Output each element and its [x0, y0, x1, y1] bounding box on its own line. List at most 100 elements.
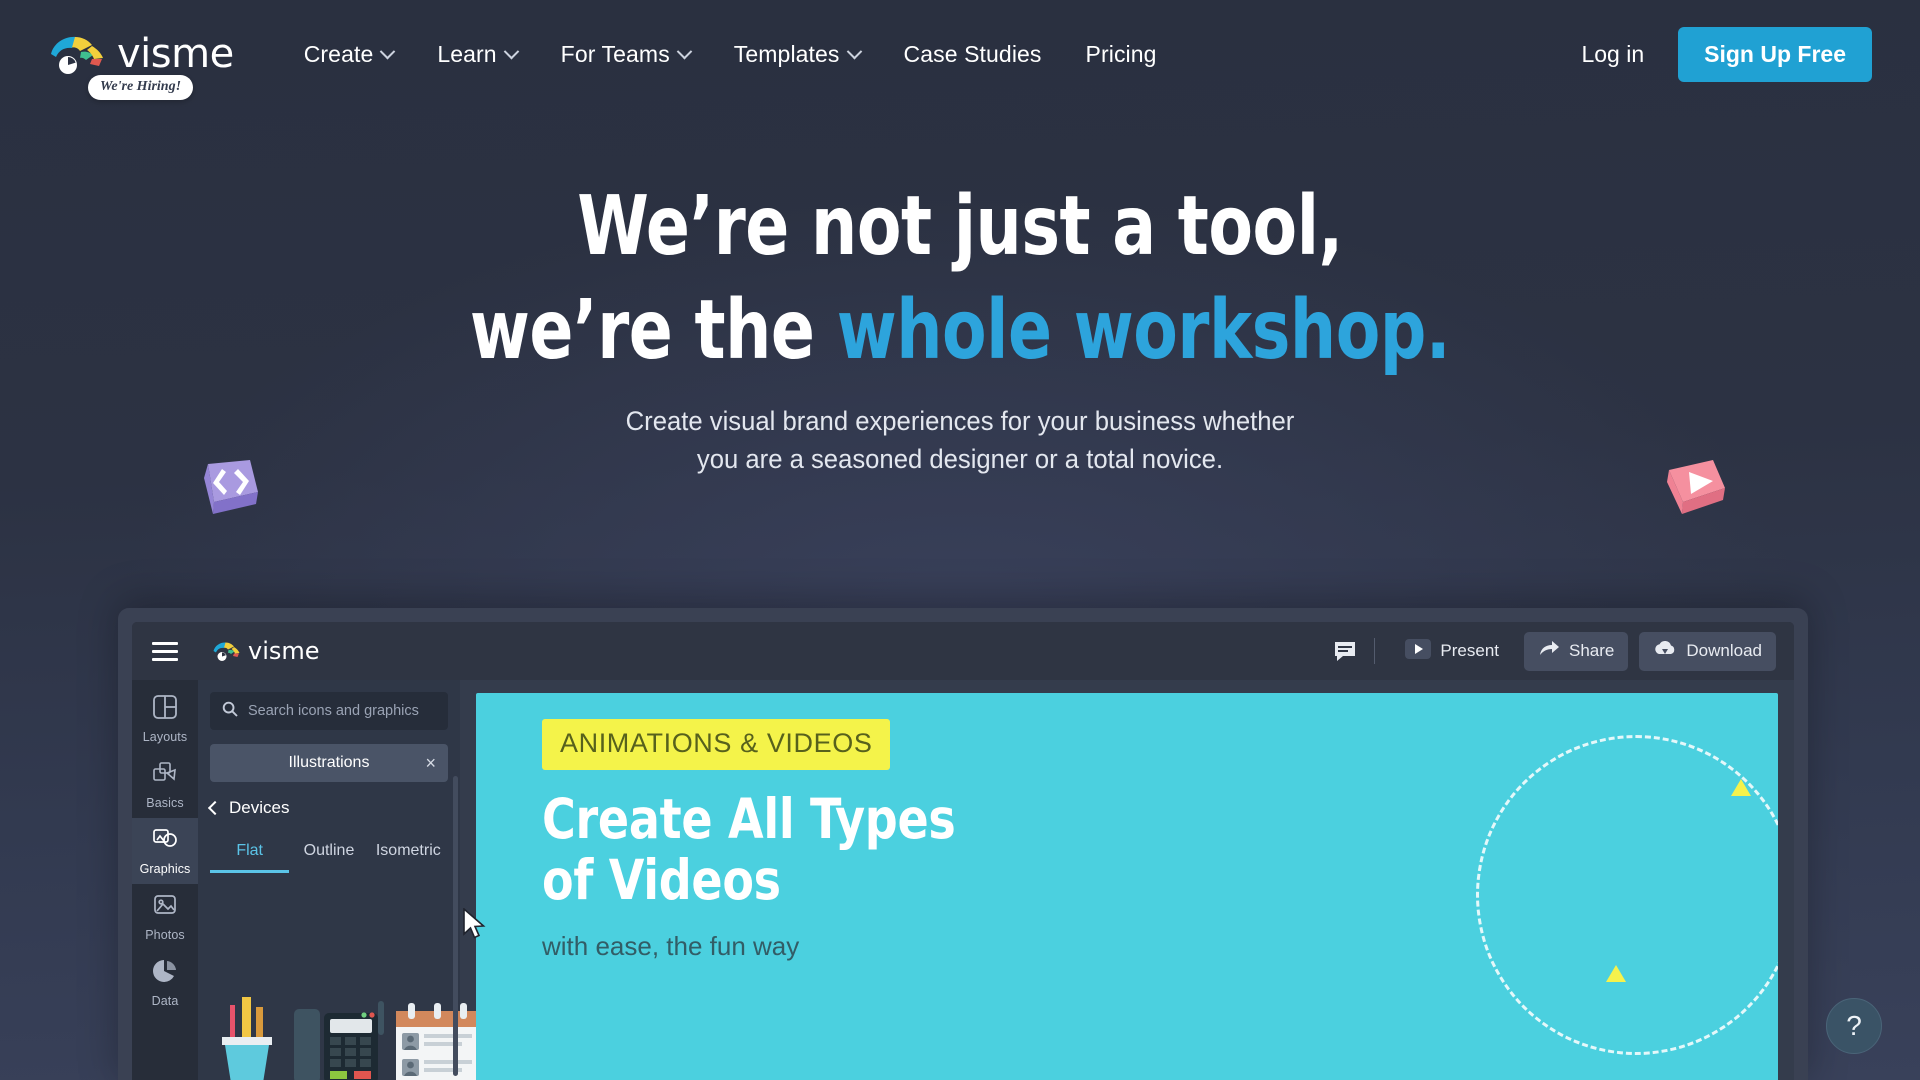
- rail-item-graphics[interactable]: Graphics: [132, 818, 198, 884]
- app-mockup-window: visme Present Share Download Layouts Bas…: [118, 608, 1808, 1080]
- app-mockup-inner: visme Present Share Download Layouts Bas…: [132, 622, 1794, 1080]
- tab-outline[interactable]: Outline: [289, 838, 368, 873]
- headline-line-2: we’re the whole workshop.: [115, 290, 1805, 372]
- page-title: We’re not just a tool, we’re the whole w…: [115, 186, 1805, 372]
- close-icon[interactable]: ×: [425, 754, 436, 772]
- canvas-headline[interactable]: Create All Types of Videos: [542, 787, 956, 913]
- nav-label: Pricing: [1085, 40, 1157, 67]
- rail-label: Photos: [145, 928, 185, 942]
- brand-wordmark: visme: [117, 31, 234, 77]
- tab-flat[interactable]: Flat: [210, 838, 290, 873]
- nav-label: Learn: [437, 40, 497, 67]
- thumbnail-pencil-cup[interactable]: [210, 991, 286, 1080]
- rail-item-basics[interactable]: Basics: [132, 752, 198, 818]
- canvas-tag-badge[interactable]: ANIMATIONS & VIDEOS: [542, 719, 891, 770]
- search-input-wrapper[interactable]: [210, 692, 448, 730]
- nav-actions: Log in Sign Up Free: [1581, 26, 1872, 82]
- nav-label: Templates: [733, 40, 840, 67]
- editor-tool-rail: Layouts Basics Graphics Photos Data: [132, 680, 198, 1080]
- hero-copy: We’re not just a tool, we’re the whole w…: [0, 186, 1920, 479]
- editor-topbar-actions: Present Share Download: [1332, 631, 1776, 672]
- editor-body: Layouts Basics Graphics Photos Data Sear…: [132, 680, 1794, 1080]
- visme-logo-icon: [212, 640, 242, 662]
- thumbnail-telephone[interactable]: [290, 997, 390, 1080]
- canvas-headline-line-2: of Videos: [542, 848, 781, 913]
- hamburger-bar: [152, 641, 178, 645]
- cloud-download-icon: [1653, 640, 1677, 663]
- search-icon: [222, 701, 238, 722]
- nav-item-case-studies[interactable]: Case Studies: [882, 31, 1064, 78]
- design-canvas[interactable]: ANIMATIONS & VIDEOS Create All Types of …: [476, 693, 1778, 1080]
- rail-label: Graphics: [139, 862, 191, 876]
- breadcrumb-back-devices[interactable]: Devices: [207, 798, 448, 818]
- canvas-wrapper: ANIMATIONS & VIDEOS Create All Types of …: [460, 680, 1794, 1080]
- comment-icon[interactable]: [1332, 639, 1358, 663]
- nav-label: Create: [303, 40, 374, 67]
- editor-topbar: visme Present Share Download: [132, 622, 1794, 680]
- hamburger-menu-icon[interactable]: [152, 641, 178, 661]
- nav-links: Create Learn For Teams Templates Case St…: [282, 31, 1179, 78]
- share-icon: [1538, 640, 1560, 663]
- rail-item-layouts[interactable]: Layouts: [132, 686, 198, 752]
- nav-item-learn[interactable]: Learn: [415, 31, 538, 78]
- triangle-decoration: [1606, 965, 1626, 982]
- data-icon: [152, 958, 178, 989]
- visme-logo-icon: [48, 32, 108, 76]
- tab-isometric[interactable]: Isometric: [369, 838, 448, 873]
- nav-item-pricing[interactable]: Pricing: [1064, 31, 1179, 78]
- subhead-line-2: you are a seasoned designer or a total n…: [696, 444, 1224, 475]
- assets-panel: Illustrations × Devices Flat Outline Iso…: [198, 680, 478, 1080]
- rail-item-photos[interactable]: Photos: [132, 884, 198, 950]
- code-icon: [188, 448, 266, 529]
- sign-up-free-button[interactable]: Sign Up Free: [1678, 26, 1872, 82]
- nav-item-templates[interactable]: Templates: [712, 31, 882, 78]
- graphics-icon: [152, 826, 178, 857]
- asset-thumbnail-grid: [210, 887, 478, 1080]
- editor-brand-wordmark: visme: [248, 637, 320, 665]
- rail-label: Layouts: [142, 730, 188, 744]
- hamburger-bar: [152, 657, 178, 661]
- breadcrumb-label: Devices: [229, 798, 290, 817]
- search-input[interactable]: [248, 703, 436, 719]
- layouts-icon: [152, 694, 178, 725]
- share-button[interactable]: Share: [1524, 631, 1629, 671]
- thumbnail-contacts-calendar[interactable]: [394, 997, 480, 1080]
- download-button[interactable]: Download: [1639, 631, 1776, 671]
- nav-label: For Teams: [560, 40, 670, 67]
- rail-label: Data: [151, 994, 179, 1008]
- chevron-down-icon: [676, 43, 693, 59]
- toolbar-divider: [1374, 638, 1376, 664]
- present-label: Present: [1440, 641, 1500, 660]
- subhead-line-1: Create visual brand experiences for your…: [625, 406, 1295, 436]
- chevron-down-icon: [380, 43, 396, 59]
- hero-subtitle: Create visual brand experiences for your…: [48, 402, 1872, 479]
- download-label: Download: [1686, 641, 1762, 660]
- chevron-left-icon: [207, 800, 223, 816]
- login-link[interactable]: Log in: [1581, 41, 1644, 68]
- main-navbar: visme We're Hiring! Create Learn For Tea…: [0, 0, 1920, 108]
- share-label: Share: [1569, 641, 1615, 660]
- headline-line-2-accent: whole workshop.: [836, 283, 1451, 378]
- present-button[interactable]: Present: [1391, 631, 1513, 672]
- photos-icon: [152, 892, 178, 923]
- nav-label: Case Studies: [903, 40, 1042, 67]
- chevron-down-icon: [846, 43, 862, 59]
- rail-label: Basics: [146, 796, 184, 810]
- chevron-down-icon: [503, 43, 519, 59]
- editor-brand[interactable]: visme: [212, 637, 320, 665]
- play-icon: [1405, 638, 1432, 664]
- brand-logo-link[interactable]: visme We're Hiring!: [48, 31, 234, 100]
- canvas-headline-line-1: Create All Types: [542, 787, 956, 851]
- filter-chip-illustrations[interactable]: Illustrations ×: [210, 744, 448, 782]
- panel-scrollbar[interactable]: [453, 776, 458, 1076]
- help-button[interactable]: ?: [1826, 998, 1882, 1054]
- nav-item-for-teams[interactable]: For Teams: [539, 31, 712, 78]
- hiring-badge[interactable]: We're Hiring!: [88, 75, 194, 100]
- rail-item-data[interactable]: Data: [132, 950, 198, 1016]
- headline-line-2-plain: we’re the: [469, 283, 837, 378]
- nav-item-create[interactable]: Create: [282, 31, 416, 78]
- canvas-subheadline[interactable]: with ease, the fun way: [542, 931, 799, 962]
- headline-line-1: We’re not just a tool,: [577, 179, 1343, 274]
- filter-chip-label: Illustrations: [288, 754, 370, 771]
- basics-icon: [152, 760, 178, 791]
